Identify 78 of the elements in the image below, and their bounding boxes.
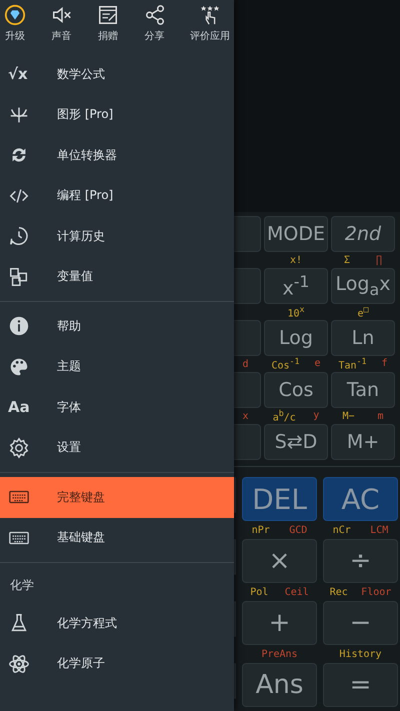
gear-icon <box>8 436 30 459</box>
share-icon <box>144 4 166 26</box>
key-button[interactable]: S⇄D <box>264 424 328 460</box>
key-button[interactable] <box>234 424 261 460</box>
rating-hand-icon <box>199 4 221 26</box>
menu-item[interactable]: 主题 <box>0 346 234 387</box>
key-button[interactable]: Ans <box>242 663 317 707</box>
shift-label: History <box>339 648 382 660</box>
alpha-label: e <box>314 358 321 370</box>
menu-item[interactable]: 计算历史 <box>0 216 234 256</box>
shift-label: M− <box>342 410 355 422</box>
menu-item[interactable]: 设置 <box>0 428 234 468</box>
key-button[interactable]: Cos <box>264 372 328 408</box>
shift-label: e$^{□}$ <box>357 304 369 320</box>
key-button[interactable] <box>234 372 261 408</box>
key-button[interactable]: Log$_{a}$x <box>331 268 395 304</box>
menu-item[interactable]: 化学原子 <box>0 644 234 684</box>
atom-icon <box>8 652 30 675</box>
key-button[interactable]: AC <box>323 477 398 521</box>
key-button[interactable]: + <box>242 601 317 645</box>
alpha-label: PreAns <box>261 648 298 660</box>
menu-item[interactable]: 完整键盘 <box>0 477 234 518</box>
note-icon <box>97 4 119 26</box>
key-button[interactable] <box>234 216 261 252</box>
key-button[interactable]: DEL <box>242 477 317 521</box>
alpha-label: GCD <box>289 524 308 536</box>
menu-item[interactable]: √x 数学公式 <box>0 54 234 94</box>
alpha-label: Floor <box>361 586 392 598</box>
key-button[interactable]: 2nd <box>331 216 395 252</box>
menu-item[interactable]: 化学方程式 <box>0 603 234 644</box>
alpha-label: d <box>242 358 249 370</box>
alpha-label: f <box>382 358 388 370</box>
key-button[interactable]: MODE <box>264 216 328 252</box>
top-action-button[interactable]: 声音 <box>48 4 74 52</box>
section-header: 化学 <box>9 576 35 594</box>
key-button[interactable]: ÷ <box>323 539 398 583</box>
shift-label: Σ <box>344 254 350 266</box>
key-button[interactable]: = <box>323 663 398 707</box>
shift-label: Rec <box>330 586 348 598</box>
shift-label: Tan$^{-1}$ <box>338 356 367 372</box>
shift-label: 10$^{x}$ <box>287 304 305 320</box>
menu-item[interactable]: 编程 [Pro] <box>0 176 234 216</box>
menu-item[interactable]: 图形 [Pro] <box>0 94 234 135</box>
alpha-label: m <box>377 410 384 422</box>
formula-icon: Aa <box>8 400 30 415</box>
alpha-label: LCM <box>370 524 388 536</box>
key-button[interactable]: Log <box>264 320 328 356</box>
key-button[interactable]: x$^{-1}$ <box>264 268 328 304</box>
key-button[interactable]: × <box>242 539 317 583</box>
key-button[interactable]: Tan <box>331 372 395 408</box>
shift-label: nPr <box>252 524 270 536</box>
shift-label: a$^{b}$/c <box>272 408 296 424</box>
menu-item[interactable]: 帮助 <box>0 306 234 346</box>
history-icon <box>8 225 30 248</box>
shift-label: Pol <box>250 586 268 598</box>
alpha-label: ∏ <box>376 254 382 266</box>
blocks-icon <box>8 266 30 288</box>
key-button[interactable]: M+ <box>331 424 395 460</box>
shift-label: nCr <box>332 524 351 536</box>
shift-label: x! <box>290 254 302 266</box>
menu-item[interactable]: Aa 字体 <box>0 387 234 428</box>
key-button[interactable]: − <box>323 601 398 645</box>
top-action-button[interactable]: 捐赠 <box>95 4 121 52</box>
menu-item[interactable]: 单位转换器 <box>0 135 234 176</box>
key-button[interactable]: Ln <box>331 320 395 356</box>
shift-label: Cos$^{-1}$ <box>271 356 300 372</box>
top-action-button[interactable]: 分享 <box>142 4 168 52</box>
formula-icon: √x <box>8 66 28 82</box>
alpha-label: x <box>242 410 249 422</box>
key-button[interactable] <box>234 268 261 304</box>
menu-item[interactable]: 基础键盘 <box>0 518 234 558</box>
top-action-button[interactable]: 评价应用 <box>188 4 232 52</box>
menu-item[interactable]: 变量值 <box>0 256 234 297</box>
top-action-button[interactable]: 升级 <box>2 4 28 52</box>
alpha-label: Ceil <box>284 586 309 598</box>
key-button[interactable] <box>234 320 261 356</box>
info-icon <box>8 315 30 338</box>
alpha-label: y <box>313 410 320 422</box>
